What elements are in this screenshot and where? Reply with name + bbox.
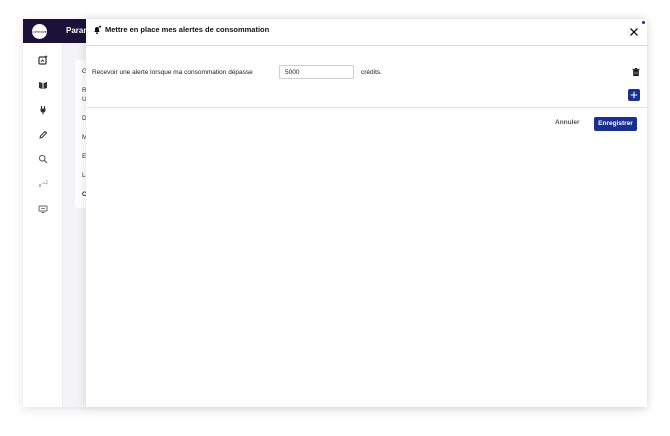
add-alert-icon [94, 25, 102, 35]
alert-threshold-input[interactable] [279, 65, 354, 79]
alert-label: Recevoir une alerte lorsque ma consommat… [92, 69, 253, 76]
add-chart-icon[interactable] [37, 54, 49, 66]
search-icon[interactable] [37, 153, 49, 165]
monitor-icon[interactable] [37, 203, 49, 215]
svg-text:=2: =2 [42, 180, 48, 185]
app-title: Paran [66, 26, 89, 35]
divider [86, 107, 647, 108]
formula-icon[interactable]: x =2 [37, 178, 49, 190]
consumption-alert-modal: Mettre en place mes alertes de consommat… [86, 19, 647, 407]
cancel-button[interactable]: Annuler [555, 119, 580, 126]
logo-text: OPTIMIZE [32, 29, 47, 34]
modal-header: Mettre en place mes alertes de consommat… [86, 19, 647, 46]
app-logo[interactable]: OPTIMIZE [32, 24, 47, 39]
plug-icon[interactable] [37, 104, 49, 116]
alert-row: Recevoir une alerte lorsque ma consommat… [92, 65, 641, 79]
close-icon[interactable] [629, 27, 639, 37]
save-button[interactable]: Enregistrer [594, 117, 637, 131]
alert-unit: crédits. [361, 69, 382, 76]
sidebar: x =2 [23, 43, 63, 407]
plus-icon [630, 91, 638, 99]
modal-title: Mettre en place mes alertes de consommat… [105, 25, 270, 34]
add-alert-button[interactable] [628, 89, 640, 101]
trash-icon[interactable] [631, 67, 641, 77]
pen-icon[interactable] [37, 129, 49, 141]
book-icon[interactable] [37, 79, 49, 91]
